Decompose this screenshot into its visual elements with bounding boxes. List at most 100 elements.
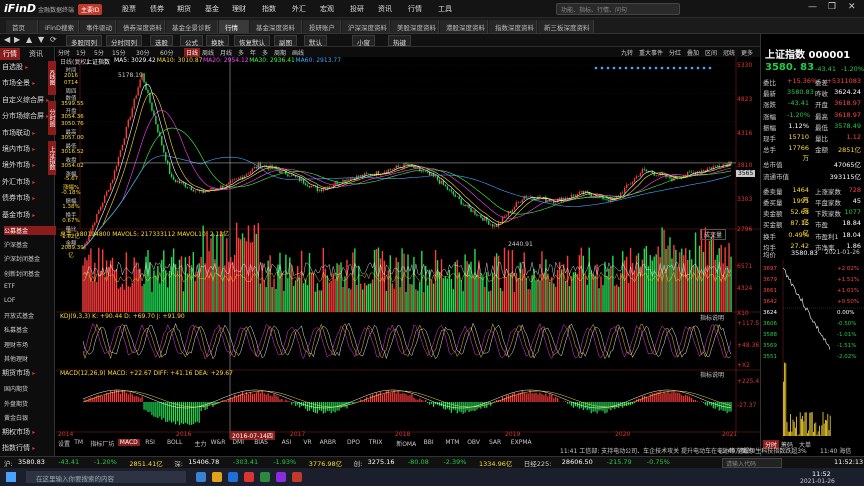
maximize-icon[interactable]: ❐ — [828, 2, 836, 12]
toolbar-btn-1[interactable]: 分时同列 — [106, 35, 142, 47]
vtab-2[interactable]: 上证指数 — [48, 141, 56, 175]
tab-12[interactable]: 新三板深度资料 — [538, 20, 594, 33]
alert-ticker[interactable]: 11:40 港股恒生科技指数跌超3% — [718, 446, 818, 455]
indicator-tab-14[interactable]: TRIX — [369, 439, 383, 446]
tab-3[interactable]: 债券深度资料 — [117, 20, 165, 33]
intraday-mini-chart[interactable] — [761, 260, 864, 440]
toolbar-btn-5[interactable]: 恢复默认 — [234, 35, 270, 47]
app-icon[interactable] — [260, 472, 270, 482]
toolbar-btn-4[interactable]: 换肤 — [206, 35, 229, 47]
chart-tab-2[interactable]: 5分 — [94, 48, 104, 57]
menu-item-4[interactable]: 理财 — [232, 4, 246, 14]
indicator-tab-19[interactable]: SAR — [489, 439, 501, 446]
sidebar-item-4[interactable]: 市场联动 ▸ — [2, 128, 54, 138]
indicator-tab-7[interactable]: W&R — [211, 439, 226, 446]
chart-tab-0[interactable]: 分时 — [58, 48, 70, 57]
chart-right-tab-6[interactable]: 更多 — [741, 48, 753, 57]
indicator-tab-5[interactable]: BOLL — [167, 439, 182, 446]
close-icon[interactable]: ✕ — [848, 2, 856, 12]
sidebar-item-21[interactable]: 国内期货 — [4, 384, 56, 393]
chart-right-tab-3[interactable]: 叠加 — [687, 48, 699, 57]
toolbar-btn-2[interactable]: 选股 — [150, 35, 173, 47]
toolbar-btn-9[interactable]: 热键 — [388, 35, 411, 47]
app-icon-3[interactable] — [292, 472, 302, 482]
tab-8[interactable]: 沪深深度资料 — [342, 20, 390, 33]
menu-item-7[interactable]: 宏观 — [320, 4, 334, 14]
chart-tab-7[interactable]: 周线 — [202, 48, 214, 57]
sidebar-tab-market[interactable]: 行情 — [0, 48, 20, 60]
file-explorer-icon[interactable] — [212, 472, 222, 482]
sidebar-item-14[interactable]: ETF — [4, 283, 56, 290]
tab-2[interactable]: 事件驱动 — [80, 20, 116, 33]
global-search-input[interactable]: 功能、指标、行情、问句 — [556, 3, 680, 15]
sidebar-item-7[interactable]: 外汇市场 ▸ — [2, 177, 54, 187]
sidebar-item-2[interactable]: 自定义综合屏 ▸ — [2, 95, 54, 105]
menu-item-11[interactable]: 工具 — [438, 4, 452, 14]
code-search-input[interactable]: 请输入代码 — [722, 458, 782, 468]
sidebar-item-15[interactable]: LOF — [4, 297, 56, 304]
chart-tab-4[interactable]: 30分 — [136, 48, 150, 57]
indicator-tab-10[interactable]: ASI — [282, 439, 292, 446]
chart-tab-3[interactable]: 15分 — [112, 48, 126, 57]
chart-right-tab-5[interactable]: 冠统 — [723, 48, 735, 57]
refresh-icon[interactable]: ⟳ — [50, 35, 57, 44]
indicator-tab-1[interactable]: TM — [74, 439, 83, 446]
sidebar-item-18[interactable]: 理财市场 — [4, 340, 56, 349]
menu-item-3[interactable]: 基金 — [205, 4, 219, 14]
chart-tab-1[interactable]: 1分 — [76, 48, 86, 57]
menu-item-9[interactable]: 资讯 — [378, 4, 392, 14]
tab-0[interactable]: 首页 — [6, 20, 38, 33]
chart-tab-11[interactable]: 多 — [262, 48, 268, 57]
sidebar-item-16[interactable]: 开放式基金 — [4, 311, 56, 320]
chart-tab-12[interactable]: 周期 — [274, 48, 286, 57]
chart-tab-6[interactable]: 日线 — [184, 48, 201, 57]
chart-right-tab-2[interactable]: 分红 — [669, 48, 681, 57]
indicator-tab-6[interactable]: 主力 — [194, 439, 206, 448]
sidebar-item-17[interactable]: 私募基金 — [4, 325, 56, 334]
menu-item-5[interactable]: 指数 — [262, 4, 276, 14]
ifind-app-icon[interactable] — [244, 472, 254, 482]
menu-item-2[interactable]: 期货 — [177, 4, 191, 14]
windows-start-icon[interactable] — [6, 472, 16, 482]
kdj-help-link[interactable]: 指标说明 — [700, 313, 724, 322]
sidebar-item-11[interactable]: 沪深基金 — [4, 240, 56, 249]
sidebar-item-9[interactable]: 基金市场 ▸ — [2, 210, 54, 220]
indicator-tab-3[interactable]: MACD — [117, 439, 140, 446]
indicator-tab-15[interactable]: 新OMA — [396, 439, 416, 448]
back-icon[interactable]: ◀ — [4, 35, 10, 44]
tab-6[interactable]: 基金深度资料 — [250, 20, 302, 33]
user-badge[interactable]: 主要ID — [78, 4, 103, 15]
indicator-tab-18[interactable]: OBV — [467, 439, 480, 446]
chart-tab-10[interactable]: 年 — [250, 48, 256, 57]
indicator-tab-17[interactable]: MTM — [445, 439, 459, 446]
app-icon-2[interactable] — [276, 472, 286, 482]
sidebar-item-22[interactable]: 外盘期货 — [4, 399, 56, 408]
vtab-1[interactable]: 分时图 — [48, 101, 56, 135]
sidebar-item-20[interactable]: 期货市场 ▸ — [2, 368, 54, 378]
tab-9[interactable]: 美股深度资料 — [391, 20, 439, 33]
indicator-tab-16[interactable]: BBI — [424, 439, 434, 446]
sidebar-item-19[interactable]: 其他理财 — [4, 354, 56, 363]
kline-chart[interactable] — [56, 57, 760, 456]
chart-right-tab-0[interactable]: 九转 — [621, 48, 633, 57]
tab-11[interactable]: 指数深度资料 — [489, 20, 537, 33]
indicator-tab-11[interactable]: VR — [303, 439, 311, 446]
tab-5[interactable]: 行情 — [219, 20, 249, 33]
sidebar-item-13[interactable]: 创新封闭基金 — [4, 269, 56, 278]
indicator-tab-2[interactable]: 指标厂坊 — [90, 439, 114, 448]
macd-help-link[interactable]: 指标说明 — [700, 370, 724, 379]
tab-10[interactable]: 港股深度资料 — [440, 20, 488, 33]
toolbar-btn-0[interactable]: 多股同列 — [66, 35, 102, 47]
toolbar-btn-3[interactable]: 公式 — [180, 35, 203, 47]
indicator-tab-13[interactable]: DPO — [347, 439, 360, 446]
sidebar-tab-news[interactable]: 资讯 — [26, 48, 46, 60]
chart-tab-8[interactable]: 月线 — [220, 48, 232, 57]
task-view-icon[interactable] — [196, 472, 206, 482]
tab-4[interactable]: 基金全景诊断 — [166, 20, 218, 33]
menu-item-6[interactable]: 外汇 — [292, 4, 306, 14]
up-icon[interactable]: ▲ — [26, 35, 32, 44]
sidebar-item-10[interactable]: 公募基金 — [4, 226, 56, 235]
chart-tab-9[interactable]: 多 — [238, 48, 244, 57]
sidebar-item-23[interactable]: 黄金白银 — [4, 413, 56, 422]
indicator-tab-12[interactable]: ARBR — [320, 439, 337, 446]
